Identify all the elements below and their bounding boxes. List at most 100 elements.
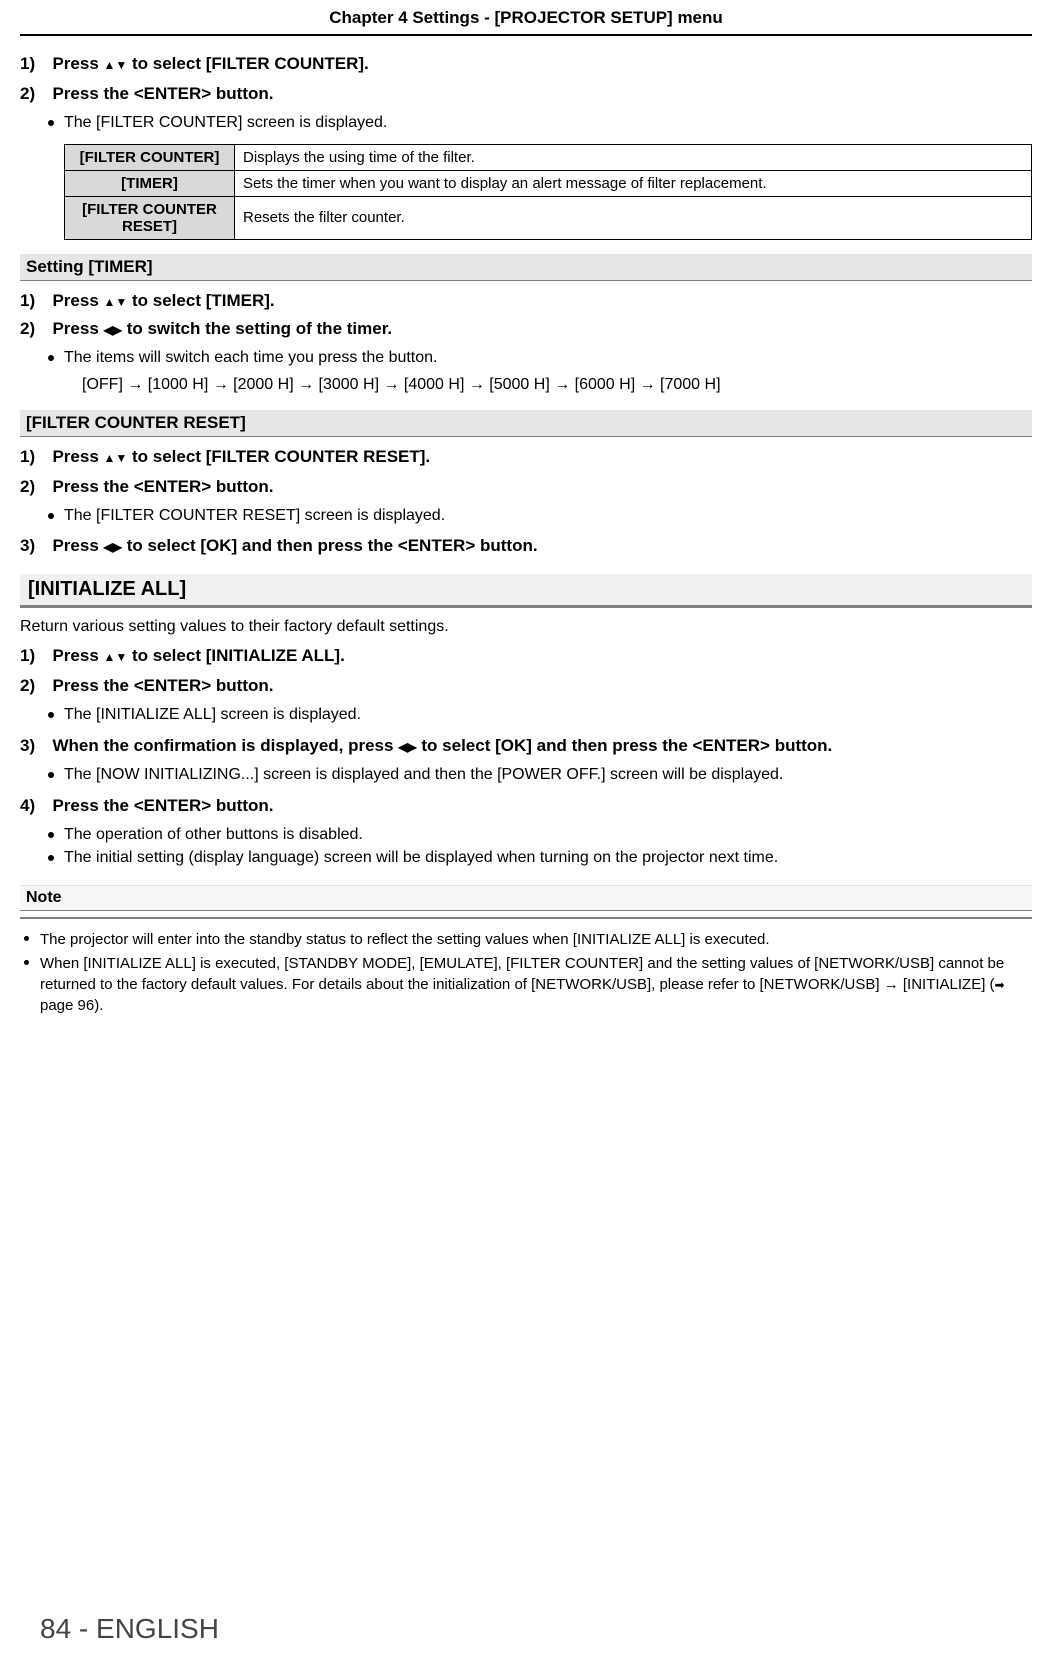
arrow-up-icon: [104, 646, 116, 665]
step-number: 3): [20, 536, 48, 556]
step-text: Press to select [TIMER].: [52, 291, 274, 310]
timer-sequence: [OFF] → [1000 H] → [2000 H] → [3000 H] →…: [82, 374, 1032, 396]
list-item: When [INITIALIZE ALL] is executed, [STAN…: [40, 953, 1032, 1016]
sub-list: The [FILTER COUNTER] screen is displayed…: [64, 112, 1032, 134]
table-label: [TIMER]: [65, 170, 235, 196]
step-number: 2): [20, 477, 48, 497]
table-desc: Resets the filter counter.: [235, 196, 1032, 239]
step-number: 1): [20, 291, 48, 311]
setting-timer-section: 1) Press to select [TIMER]. 2) Press to …: [20, 291, 1032, 396]
list-item: The projector will enter into the standb…: [40, 929, 1032, 950]
text-part: Press: [52, 646, 103, 665]
text-part: Press: [52, 536, 103, 555]
page-ref-icon: [995, 976, 1005, 993]
arrow-right-icon: [113, 536, 122, 555]
list-item: The [FILTER COUNTER] screen is displayed…: [64, 112, 1032, 134]
arrow-down-icon: [115, 54, 127, 73]
arrow-up-icon: [104, 291, 116, 310]
initialize-all-section: 1) Press to select [INITIALIZE ALL]. 2) …: [20, 646, 1032, 868]
step-number: 4): [20, 796, 48, 816]
table-row: [FILTER COUNTER RESET] Resets the filter…: [65, 196, 1032, 239]
text-part: page 96).: [40, 997, 103, 1014]
table-row: [FILTER COUNTER] Displays the using time…: [65, 144, 1032, 170]
page-number: 84 - ENGLISH: [40, 1613, 219, 1645]
table-desc: Displays the using time of the filter.: [235, 144, 1032, 170]
text-part: Press: [52, 291, 103, 310]
step-2: 2) Press the <ENTER> button.: [20, 84, 1032, 104]
list-item: The [NOW INITIALIZING...] screen is disp…: [64, 764, 1032, 786]
step-number: 1): [20, 447, 48, 467]
step-4: 4) Press the <ENTER> button.: [20, 796, 1032, 816]
table-label: [FILTER COUNTER]: [65, 144, 235, 170]
arrow-down-icon: [115, 447, 127, 466]
table-desc: Sets the timer when you want to display …: [235, 170, 1032, 196]
initialize-all-intro: Return various setting values to their f…: [20, 618, 1032, 636]
note-list: The projector will enter into the standb…: [40, 929, 1032, 1016]
step-text: When the confirmation is displayed, pres…: [52, 736, 832, 755]
step-3: 3) When the confirmation is displayed, p…: [20, 736, 1032, 756]
note-divider: [20, 917, 1032, 919]
text-part: to select [OK] and then press the <ENTER…: [122, 536, 538, 555]
text-part: to select [OK] and then press the <ENTER…: [417, 736, 833, 755]
initialize-all-heading: [INITIALIZE ALL]: [20, 574, 1032, 608]
step-number: 1): [20, 646, 48, 666]
page: Chapter 4 Settings - [PROJECTOR SETUP] m…: [20, 0, 1032, 1657]
list-item: The [FILTER COUNTER RESET] screen is dis…: [64, 505, 1032, 527]
table-label: [FILTER COUNTER RESET]: [65, 196, 235, 239]
arrow-left-icon: [104, 536, 113, 555]
step-text: Press to select [INITIALIZE ALL].: [52, 646, 344, 665]
step-text: Press to select [FILTER COUNTER RESET].: [52, 447, 430, 466]
sub-list: The [NOW INITIALIZING...] screen is disp…: [64, 764, 1032, 786]
arrow-down-icon: [115, 291, 127, 310]
setting-timer-heading: Setting [TIMER]: [20, 254, 1032, 281]
note-heading: Note: [20, 885, 1032, 911]
step-text: Press to select [OK] and then press the …: [52, 536, 537, 555]
step-number: 2): [20, 84, 48, 104]
sub-list: The operation of other buttons is disabl…: [64, 824, 1032, 869]
step-2: 2) Press the <ENTER> button.: [20, 676, 1032, 696]
step-1: 1) Press to select [INITIALIZE ALL].: [20, 646, 1032, 666]
step-text: Press to switch the setting of the timer…: [52, 319, 392, 338]
step-text: Press the <ENTER> button.: [52, 676, 273, 695]
arrow-right-icon: [407, 736, 416, 755]
step-2: 2) Press the <ENTER> button.: [20, 477, 1032, 497]
list-item: The initial setting (display language) s…: [64, 847, 1032, 869]
text-part: to select [TIMER].: [127, 291, 274, 310]
step-number: 3): [20, 736, 48, 756]
list-item: The items will switch each time you pres…: [64, 347, 1032, 369]
filter-counter-reset-section: 1) Press to select [FILTER COUNTER RESET…: [20, 447, 1032, 557]
step-number: 1): [20, 54, 48, 74]
chapter-header: Chapter 4 Settings - [PROJECTOR SETUP] m…: [20, 0, 1032, 36]
step-text: Press to select [FILTER COUNTER].: [52, 54, 368, 73]
sub-list: The [INITIALIZE ALL] screen is displayed…: [64, 704, 1032, 726]
arrow-down-icon: [115, 646, 127, 665]
step-1: 1) Press to select [FILTER COUNTER RESET…: [20, 447, 1032, 467]
filter-counter-section: 1) Press to select [FILTER COUNTER]. 2) …: [20, 54, 1032, 240]
text-part: Press: [52, 54, 103, 73]
text-part: to select [FILTER COUNTER].: [127, 54, 368, 73]
arrow-left-icon: [104, 319, 113, 338]
text-part: When [INITIALIZE ALL] is executed, [STAN…: [40, 955, 1004, 993]
step-3: 3) Press to select [OK] and then press t…: [20, 536, 1032, 556]
step-number: 2): [20, 319, 48, 339]
filter-counter-table: [FILTER COUNTER] Displays the using time…: [64, 144, 1032, 240]
list-item: The operation of other buttons is disabl…: [64, 824, 1032, 846]
text-part: Press: [52, 447, 103, 466]
step-text: Press the <ENTER> button.: [52, 477, 273, 496]
text-part: When the confirmation is displayed, pres…: [52, 736, 398, 755]
text-part: to switch the setting of the timer.: [122, 319, 392, 338]
sub-list: The items will switch each time you pres…: [64, 347, 1032, 369]
sub-list: The [FILTER COUNTER RESET] screen is dis…: [64, 505, 1032, 527]
list-item: The [INITIALIZE ALL] screen is displayed…: [64, 704, 1032, 726]
text-part: to select [FILTER COUNTER RESET].: [127, 447, 430, 466]
step-text: Press the <ENTER> button.: [52, 796, 273, 815]
text-part: to select [INITIALIZE ALL].: [127, 646, 345, 665]
arrow-up-icon: [104, 54, 116, 73]
table-row: [TIMER] Sets the timer when you want to …: [65, 170, 1032, 196]
step-1: 1) Press to select [TIMER].: [20, 291, 1032, 311]
text-part: Press: [52, 319, 103, 338]
step-2: 2) Press to switch the setting of the ti…: [20, 319, 1032, 339]
step-number: 2): [20, 676, 48, 696]
filter-counter-reset-heading: [FILTER COUNTER RESET]: [20, 410, 1032, 437]
arrow-up-icon: [104, 447, 116, 466]
